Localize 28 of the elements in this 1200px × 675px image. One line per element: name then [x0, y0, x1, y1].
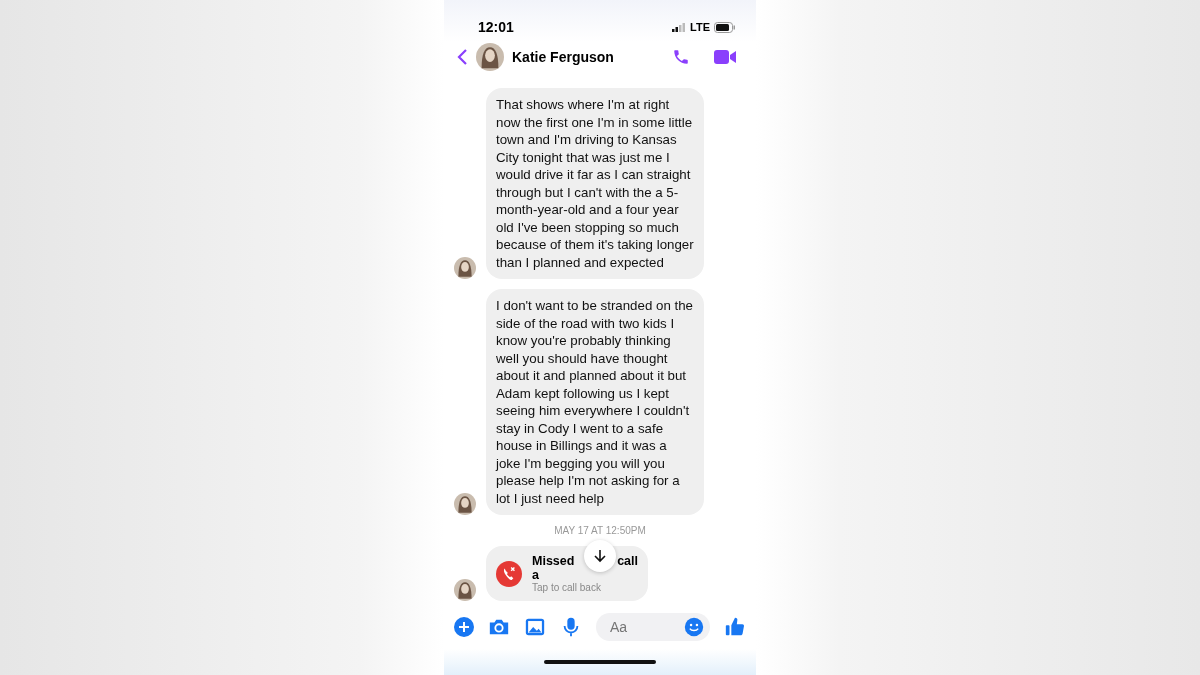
- message-field[interactable]: Aa: [596, 613, 710, 641]
- emoji-icon[interactable]: [684, 617, 704, 637]
- contact-avatar: [454, 257, 476, 279]
- battery-icon: [714, 21, 736, 33]
- phone-icon[interactable]: [672, 48, 690, 66]
- message-input[interactable]: Aa: [608, 618, 684, 636]
- contact-avatar: [454, 579, 476, 601]
- thumbs-up-icon[interactable]: [724, 616, 746, 638]
- network-label: LTE: [690, 21, 710, 33]
- signal-icon: [672, 22, 687, 32]
- back-icon[interactable]: [456, 48, 468, 66]
- scroll-down-button[interactable]: [584, 540, 616, 572]
- timestamp: MAY 17 AT 12:50PM: [554, 525, 646, 536]
- image-icon[interactable]: [524, 616, 546, 638]
- status-time: 12:01: [478, 19, 514, 35]
- video-camera-icon[interactable]: [714, 49, 736, 65]
- call-title: Missed a: [532, 554, 576, 582]
- message-bubble: I don't want to be stranded on the side of the road with two kids I know you're probably thinking well you should have thought about it and planned about it but Adam kept following us I kept seeing him everywhere I couldn't stay in Cody I went to a safe house in Billings and it was a joke I'm begging you will you please help I'm not asking for a lot I just need help: [486, 289, 704, 515]
- contact-avatar: [454, 493, 476, 515]
- contact-avatar[interactable]: [476, 43, 504, 71]
- message-bubble: That shows where I'm at right now the first one I'm in some little town and I'm driving to Kansas City tonight that was just me I would drive it far as I can straight through but I can't with the a 5-month-year-old and a four year old I've been stopping so much because of them it's taking longer than I planned and expected: [486, 88, 704, 279]
- missed-call-bubble[interactable]: Missed a call Tap to call back: [486, 546, 648, 601]
- missed-call-icon: [496, 560, 522, 587]
- plus-icon[interactable]: [454, 617, 474, 637]
- contact-name[interactable]: Katie Ferguson: [512, 49, 664, 65]
- call-title: call: [617, 554, 638, 570]
- down-arrow-icon: [593, 549, 607, 563]
- call-subtitle: Tap to call back: [532, 582, 602, 593]
